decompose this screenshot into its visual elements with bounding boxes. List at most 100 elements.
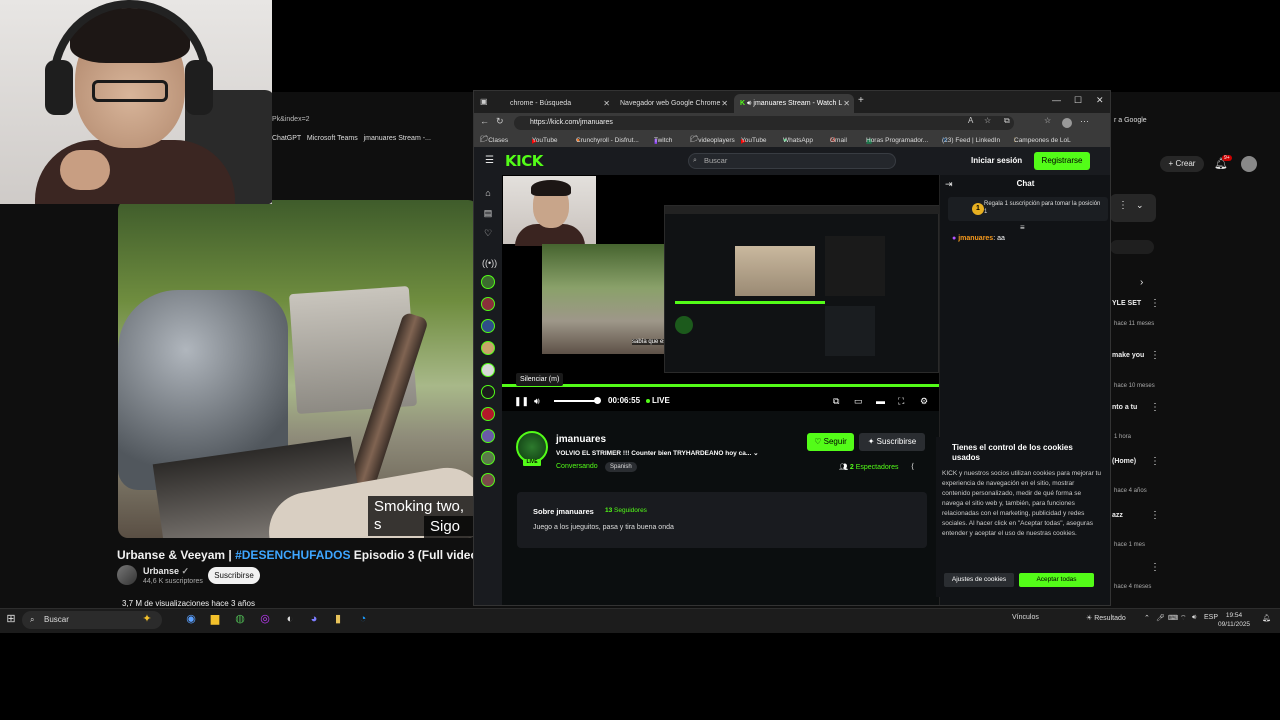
chevron-down-icon[interactable]: ⌄	[753, 450, 758, 457]
close-icon[interactable]: ✕	[843, 94, 850, 113]
close-icon[interactable]: ✕	[721, 94, 728, 113]
settings-gear-icon[interactable]: ⚙	[920, 396, 928, 407]
taskbar-clock[interactable]: 19:54 09/11/2025	[1218, 611, 1250, 629]
notes-icon[interactable]: ▮	[331, 612, 345, 626]
profile-icon[interactable]	[1062, 118, 1072, 128]
sidebar-channel-avatar[interactable]	[481, 319, 495, 333]
recommendation-title[interactable]: (Home)	[1112, 458, 1136, 465]
fullscreen-icon[interactable]: ⛶	[898, 396, 904, 407]
recommendation-title[interactable]: make you	[1112, 352, 1144, 359]
copilot-icon[interactable]: ◉	[184, 612, 198, 626]
app-icon[interactable]: ◎	[258, 612, 272, 626]
pause-icon[interactable]: ❚❚	[514, 396, 529, 407]
stream-progress-bar[interactable]	[502, 384, 939, 387]
hashtag-link[interactable]: #DESENCHUFADOS	[235, 548, 350, 562]
volume-knob[interactable]	[594, 397, 601, 404]
recommendation-title[interactable]: azz	[1112, 512, 1123, 519]
channel-name[interactable]: Urbanse ✓	[143, 566, 189, 577]
obs-icon[interactable]: ◐	[283, 612, 297, 626]
sidebar-channel-avatar[interactable]	[481, 297, 495, 311]
youtube-video-player[interactable]: Smoking two, s Sigo a	[118, 200, 478, 538]
more-vert-icon[interactable]: ⋮	[1150, 456, 1160, 467]
cookie-settings-button[interactable]: Ajustes de cookies	[944, 573, 1014, 587]
clip-icon[interactable]: ⧉	[833, 396, 839, 407]
mic-icon[interactable]: 🎤︎	[1156, 614, 1165, 622]
edge-icon[interactable]: ◔	[356, 612, 370, 626]
translate-icon[interactable]: A	[968, 116, 973, 125]
result-widget[interactable]: ☀ Resultado	[1086, 614, 1126, 622]
stream-category[interactable]: Conversando	[556, 463, 598, 470]
following-heart-icon[interactable]: ♡	[482, 227, 494, 239]
register-button[interactable]: Registrarse	[1034, 152, 1090, 170]
tab-search-icon[interactable]: ▣	[480, 97, 488, 106]
sidebar-channel-avatar[interactable]	[481, 275, 495, 289]
tab-chrome-search[interactable]: chrome - Búsqueda ✕	[504, 94, 614, 113]
accept-cookies-button[interactable]: Aceptar todas	[1019, 573, 1094, 587]
mouse-icon[interactable]: ⌨	[1168, 614, 1178, 622]
picture-in-picture-icon[interactable]: ▭	[854, 396, 863, 407]
new-tab-button[interactable]: +	[858, 95, 864, 106]
browse-icon[interactable]: ▤	[482, 207, 494, 219]
language-indicator[interactable]: ESP	[1204, 614, 1218, 621]
copilot-sparkle-icon[interactable]: ✦	[140, 612, 154, 626]
discord-icon[interactable]: ◕	[307, 612, 321, 626]
minimize-icon[interactable]: —	[1052, 95, 1061, 105]
bookmark-chatgpt[interactable]: ChatGPT	[272, 135, 301, 142]
tray-chevron-icon[interactable]: ⌃	[1144, 614, 1150, 622]
more-vert-icon[interactable]: ⋮	[1150, 562, 1160, 573]
url-input[interactable]: https://kick.com/jmanuares	[514, 116, 1014, 130]
gift-subscription-banner[interactable]: 1 Regala 1 suscripción para tomar la pos…	[948, 197, 1108, 221]
more-vert-icon[interactable]: ⋮	[1150, 402, 1160, 413]
tab-chrome-browser[interactable]: Navegador web Google Chrome ✕	[614, 94, 732, 113]
sidebar-channel-avatar[interactable]	[481, 363, 495, 377]
stream-player[interactable]: sabía que es	[502, 175, 939, 411]
volume-icon[interactable]: 🔊︎	[534, 396, 540, 407]
tab-kick-stream[interactable]: K 🔊︎ jmanuares Stream - Watch L ✕	[734, 94, 854, 113]
sidebar-channel-avatar[interactable]	[481, 341, 495, 355]
file-explorer-icon[interactable]: ▆	[208, 612, 222, 626]
sidebar-channel-avatar[interactable]	[481, 385, 495, 399]
extensions-icon[interactable]: ⧉	[1004, 116, 1010, 126]
bookmark-kick-stream[interactable]: jmanuares Stream -...	[364, 135, 431, 142]
recommendation-title[interactable]: nto a tu	[1112, 404, 1137, 411]
theater-mode-icon[interactable]: ▬	[876, 396, 885, 406]
speaker-icon[interactable]: 🔊︎	[1192, 614, 1196, 622]
kick-logo[interactable]: KICK	[505, 152, 543, 170]
home-icon[interactable]: ⌂	[482, 187, 494, 199]
menu-dots-icon[interactable]: ⋯	[1080, 116, 1089, 127]
more-vert-icon[interactable]: ⋮	[1150, 510, 1160, 521]
bookmark-item[interactable]: 📁︎ videoplayers	[690, 135, 735, 144]
chrome-icon[interactable]: ◍	[233, 612, 247, 626]
bookmark-item[interactable]: 📁︎ Clases	[480, 135, 508, 144]
reload-icon[interactable]: ↻	[496, 116, 504, 127]
language-tag[interactable]: Spanish	[605, 462, 637, 472]
kick-subscribe-button[interactable]: ✦ Suscribirse	[859, 433, 925, 451]
streamer-name[interactable]: jmanuares	[556, 434, 606, 445]
wifi-icon[interactable]: ⌔	[1180, 614, 1187, 623]
close-window-icon[interactable]: ✕	[1096, 95, 1104, 106]
links-toolbar[interactable]: Vínculos	[1012, 614, 1039, 621]
more-vert-icon[interactable]: ⋮	[1150, 350, 1160, 361]
live-channels-icon[interactable]: ((•))	[482, 257, 497, 269]
volume-slider[interactable]	[554, 400, 599, 402]
notifications-icon[interactable]: 🔔︎	[1262, 614, 1271, 622]
kick-search-input[interactable]: ⌕ Buscar	[688, 153, 896, 169]
recommendation-title[interactable]: YLE SET	[1112, 300, 1141, 307]
windows-start-icon[interactable]: ⊞	[4, 612, 18, 626]
channel-avatar[interactable]	[117, 565, 137, 585]
bookmark-teams[interactable]: Microsoft Teams	[307, 135, 358, 142]
maximize-icon[interactable]: ☐	[1074, 95, 1082, 106]
sidebar-channel-avatar[interactable]	[481, 429, 495, 443]
sidebar-channel-avatar[interactable]	[481, 407, 495, 421]
hamburger-menu-icon[interactable]: ☰	[485, 155, 494, 166]
youtube-subscribe-button[interactable]: Suscribirse	[208, 567, 260, 584]
bookmark-star-icon[interactable]: ☆	[1044, 116, 1051, 125]
translate-label[interactable]: r a Google	[1114, 117, 1147, 124]
close-icon[interactable]: ✕	[603, 94, 610, 113]
login-button[interactable]: Iniciar sesión	[971, 156, 1022, 165]
more-vert-icon[interactable]: ⋮	[1150, 298, 1160, 309]
pinned-icon[interactable]: ≡	[1020, 223, 1025, 232]
share-icon[interactable]: ⟨	[911, 462, 914, 471]
back-icon[interactable]: ←	[480, 116, 489, 126]
star-icon[interactable]: ☆	[984, 116, 991, 125]
